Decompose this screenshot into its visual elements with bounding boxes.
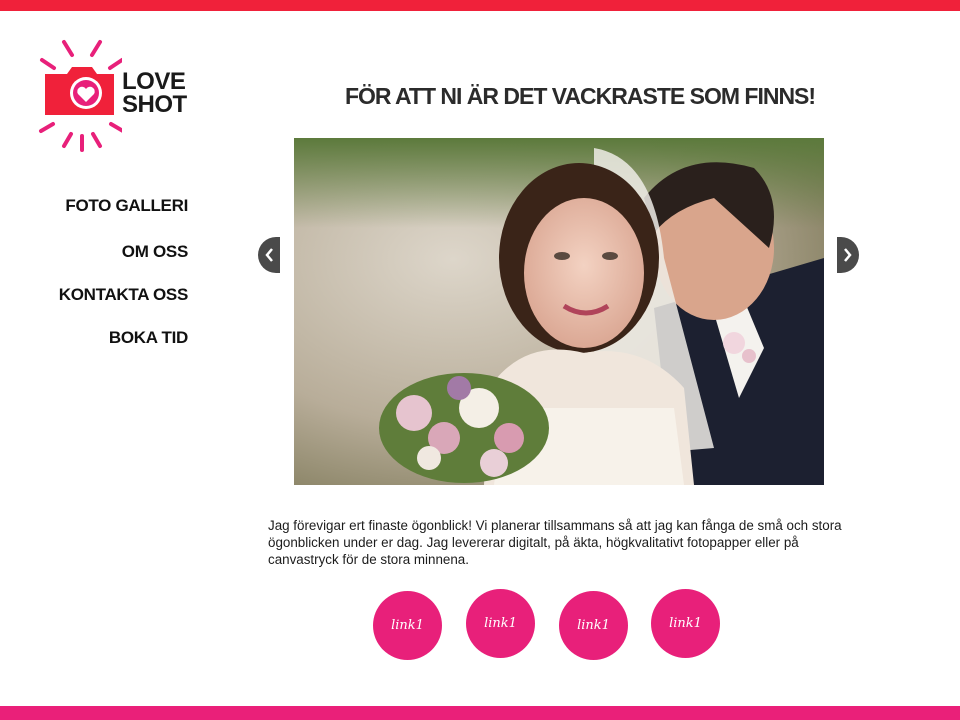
slider-photo-wedding-couple [294,138,824,485]
nav-item-boka-tid[interactable]: BOKA TID [109,328,188,348]
nav-item-kontakta-oss[interactable]: KONTAKTA OSS [59,285,189,305]
circle-link-1[interactable]: link1 [373,591,442,660]
slider-prev-button[interactable] [258,237,280,273]
logo-line-2: SHOT [122,91,187,118]
logo-line-1: LOVE [122,68,186,95]
logo-wordmark: LOVE SHOT [122,68,187,118]
chevron-right-icon [844,248,852,262]
circle-link-2[interactable]: link1 [466,589,535,658]
logo[interactable]: LOVE SHOT [36,38,196,152]
intro-paragraph: Jag förevigar ert finaste ögonblick! Vi … [268,518,842,567]
camera-heart-icon [39,40,122,152]
top-accent-bar [0,0,960,11]
nav-item-om-oss[interactable]: OM OSS [122,242,189,262]
bottom-accent-bar [0,706,960,720]
nav-item-foto-galleri[interactable]: FOTO GALLERI [65,196,188,216]
page-headline: FÖR ATT NI ÄR DET VACKRASTE SOM FINNS! [344,83,816,109]
slider-next-button[interactable] [837,237,859,273]
chevron-left-icon [265,248,273,262]
circle-link-4[interactable]: link1 [651,589,720,658]
circle-link-3[interactable]: link1 [559,591,628,660]
